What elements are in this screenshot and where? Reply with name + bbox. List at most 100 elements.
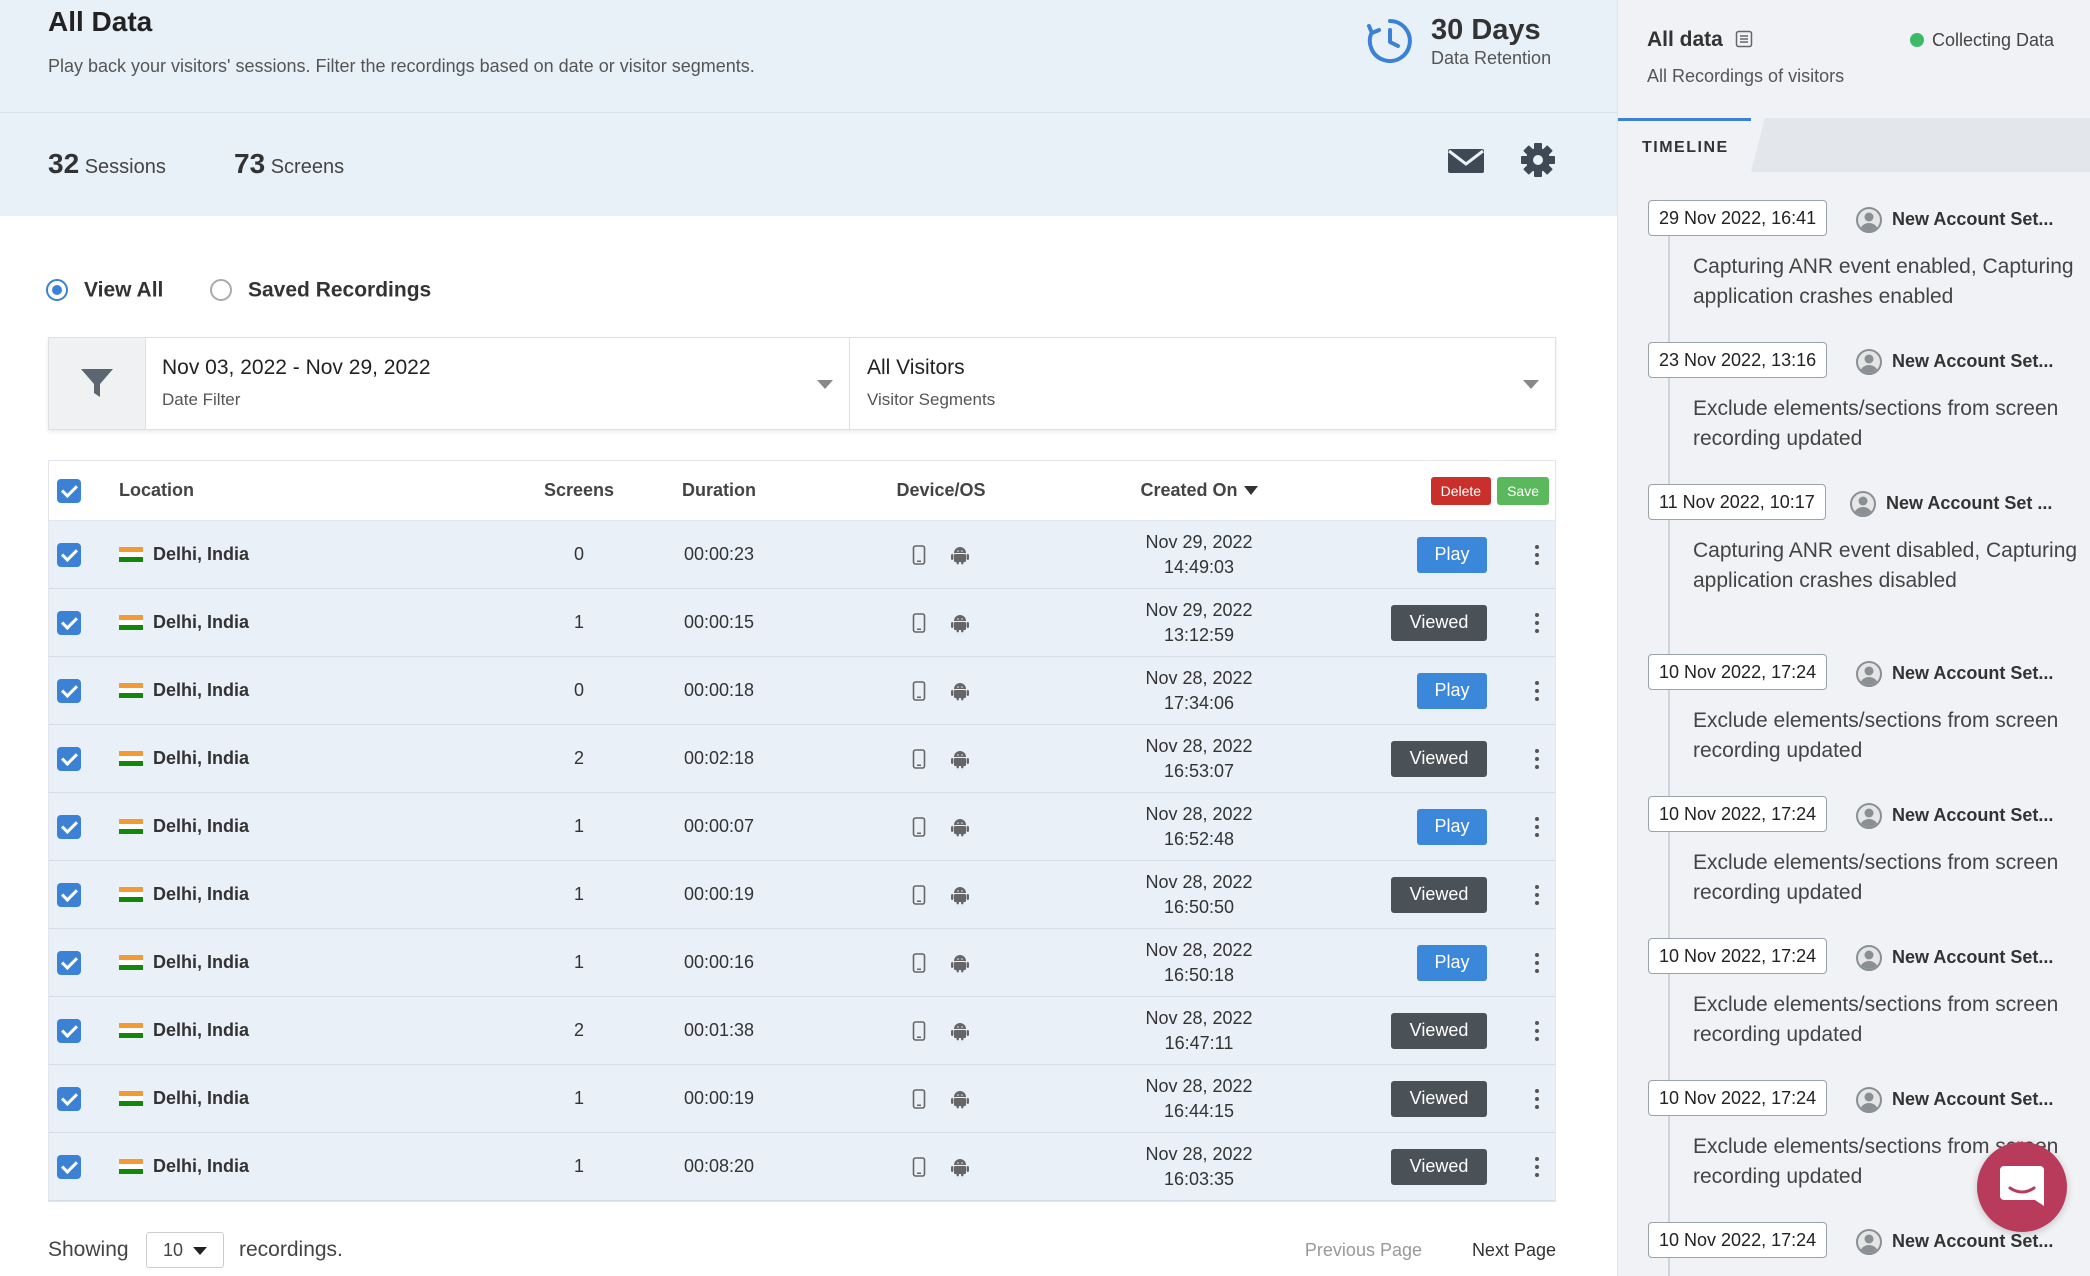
row-select-cell [57,997,81,1064]
viewed-button[interactable]: Viewed [1391,1012,1487,1049]
row-checkbox[interactable] [57,950,81,975]
delete-button[interactable]: Delete [1430,476,1492,505]
created-time: 14:49:03 [1163,556,1235,577]
select-all-checkbox[interactable] [57,478,81,503]
viewed-button[interactable]: Viewed [1391,740,1487,777]
gear-icon[interactable] [1516,140,1560,180]
timeline-user-name: New Account Set... [1892,350,2054,371]
more-options-icon[interactable] [1527,1084,1547,1114]
more-options-icon[interactable] [1527,676,1547,706]
row-select-cell [57,725,81,792]
table-row[interactable]: Delhi, India 1 00:08:20 Nov 28, 2022 16:… [49,1133,1555,1201]
timeline-description: Exclude elements/sections from screen re… [1693,709,2059,762]
play-button[interactable]: Play [1417,944,1487,981]
recordings-table: Location Screens Duration Device/OS Crea… [48,460,1556,1202]
row-select-cell [57,657,81,724]
timeline-user-name: New Account Set... [1892,946,2054,967]
screens-label: Screens [270,156,345,178]
more-options-icon[interactable] [1527,812,1547,842]
created-on-cell: Nov 28, 2022 17:34:06 [1109,657,1289,724]
more-options-icon[interactable] [1527,1152,1547,1182]
table-row[interactable]: Delhi, India 0 00:00:18 Nov 28, 2022 17:… [49,657,1555,725]
duration-cell: 00:08:20 [683,1156,755,1176]
viewed-button[interactable]: Viewed [1391,1148,1487,1185]
table-row[interactable]: Delhi, India 1 00:00:07 Nov 28, 2022 16:… [49,793,1555,861]
table-row[interactable]: Delhi, India 2 00:02:18 Nov 28, 2022 16:… [49,725,1555,793]
device-os-cell [861,521,1021,588]
viewed-button[interactable]: Viewed [1391,876,1487,913]
duration-cell: 00:00:18 [683,680,755,700]
table-row[interactable]: Delhi, India 1 00:00:19 Nov 28, 2022 16:… [49,1065,1555,1133]
row-menu-cell [1527,1133,1547,1200]
play-button[interactable]: Play [1417,808,1487,845]
page-size-select[interactable]: 10 [146,1232,224,1268]
col-device-os: Device/OS [896,480,986,500]
timeline-user: New Account Set... [1856,945,2053,971]
play-button[interactable]: Play [1417,672,1487,709]
more-options-icon[interactable] [1527,880,1547,910]
viewed-button[interactable]: Viewed [1391,1080,1487,1117]
timeline-description: Capturing ANR event enabled, Capturing a… [1693,255,2074,308]
screens-cell: 1 [573,816,584,836]
next-page-link[interactable]: Next Page [1472,1240,1556,1261]
row-checkbox[interactable] [57,882,81,907]
chevron-down-icon [817,380,833,389]
date-filter-dropdown[interactable]: Nov 03, 2022 - Nov 29, 2022 Date Filter [146,338,850,429]
android-icon [951,614,969,632]
timeline-user: New Account Set... [1856,1229,2053,1255]
mail-icon[interactable] [1444,140,1488,180]
row-checkbox[interactable] [57,610,81,635]
row-checkbox[interactable] [57,814,81,839]
timeline-user-name: New Account Set... [1892,662,2054,683]
col-duration: Duration [682,480,756,500]
more-options-icon[interactable] [1527,948,1547,978]
bulk-actions: Delete Save [1430,461,1549,520]
table-row[interactable]: Delhi, India 2 00:01:38 Nov 28, 2022 16:… [49,997,1555,1065]
viewed-button[interactable]: Viewed [1391,604,1487,641]
timeline-description: Exclude elements/sections from screen re… [1693,397,2059,450]
row-checkbox[interactable] [57,746,81,771]
tab-timeline[interactable]: TIMELINE [1618,118,1765,172]
action-cell: Play [1417,929,1487,996]
created-on-cell: Nov 28, 2022 16:03:35 [1109,1133,1289,1200]
user-avatar-icon [1850,491,1876,517]
sidebar-tabs: TIMELINE [1618,118,2090,172]
created-date: Nov 28, 2022 [1145,803,1253,824]
row-checkbox[interactable] [57,1086,81,1111]
save-button[interactable]: Save [1497,476,1549,505]
row-select-cell [57,861,81,928]
more-options-icon[interactable] [1527,608,1547,638]
chat-launcher-button[interactable] [1977,1142,2067,1232]
list-icon[interactable] [1735,30,1753,48]
timeline-user-name: New Account Set... [1892,1230,2054,1251]
mobile-phone-icon [912,680,926,701]
play-button[interactable]: Play [1417,536,1487,573]
screens-cell: 0 [573,680,584,700]
row-checkbox[interactable] [57,1154,81,1179]
more-options-icon[interactable] [1527,744,1547,774]
view-all-radio[interactable]: View All [46,278,163,302]
previous-page-link[interactable]: Previous Page [1305,1240,1422,1261]
table-row[interactable]: Delhi, India 0 00:00:23 Nov 29, 2022 14:… [49,521,1555,589]
india-flag-icon [119,682,143,699]
more-options-icon[interactable] [1527,1016,1547,1046]
mobile-phone-icon [912,748,926,769]
row-checkbox[interactable] [57,1018,81,1043]
col-created-on[interactable]: Created On [1109,461,1289,520]
row-checkbox[interactable] [57,542,81,567]
chat-icon [2000,1166,2044,1206]
android-icon [951,750,969,768]
row-checkbox[interactable] [57,678,81,703]
more-options-icon[interactable] [1527,540,1547,570]
visitor-segment-dropdown[interactable]: All Visitors Visitor Segments [851,338,1555,429]
table-row[interactable]: Delhi, India 1 00:00:19 Nov 28, 2022 16:… [49,861,1555,929]
mobile-phone-icon [912,612,926,633]
timeline-description: Exclude elements/sections from screen re… [1693,851,2059,904]
mobile-phone-icon [912,1156,926,1177]
table-row[interactable]: Delhi, India 1 00:00:16 Nov 28, 2022 16:… [49,929,1555,997]
timeline-date-badge: 10 Nov 2022, 17:24 [1648,796,1828,832]
row-menu-cell [1527,793,1547,860]
table-row[interactable]: Delhi, India 1 00:00:15 Nov 29, 2022 13:… [49,589,1555,657]
row-select-cell [57,521,81,588]
saved-recordings-radio[interactable]: Saved Recordings [210,278,431,302]
